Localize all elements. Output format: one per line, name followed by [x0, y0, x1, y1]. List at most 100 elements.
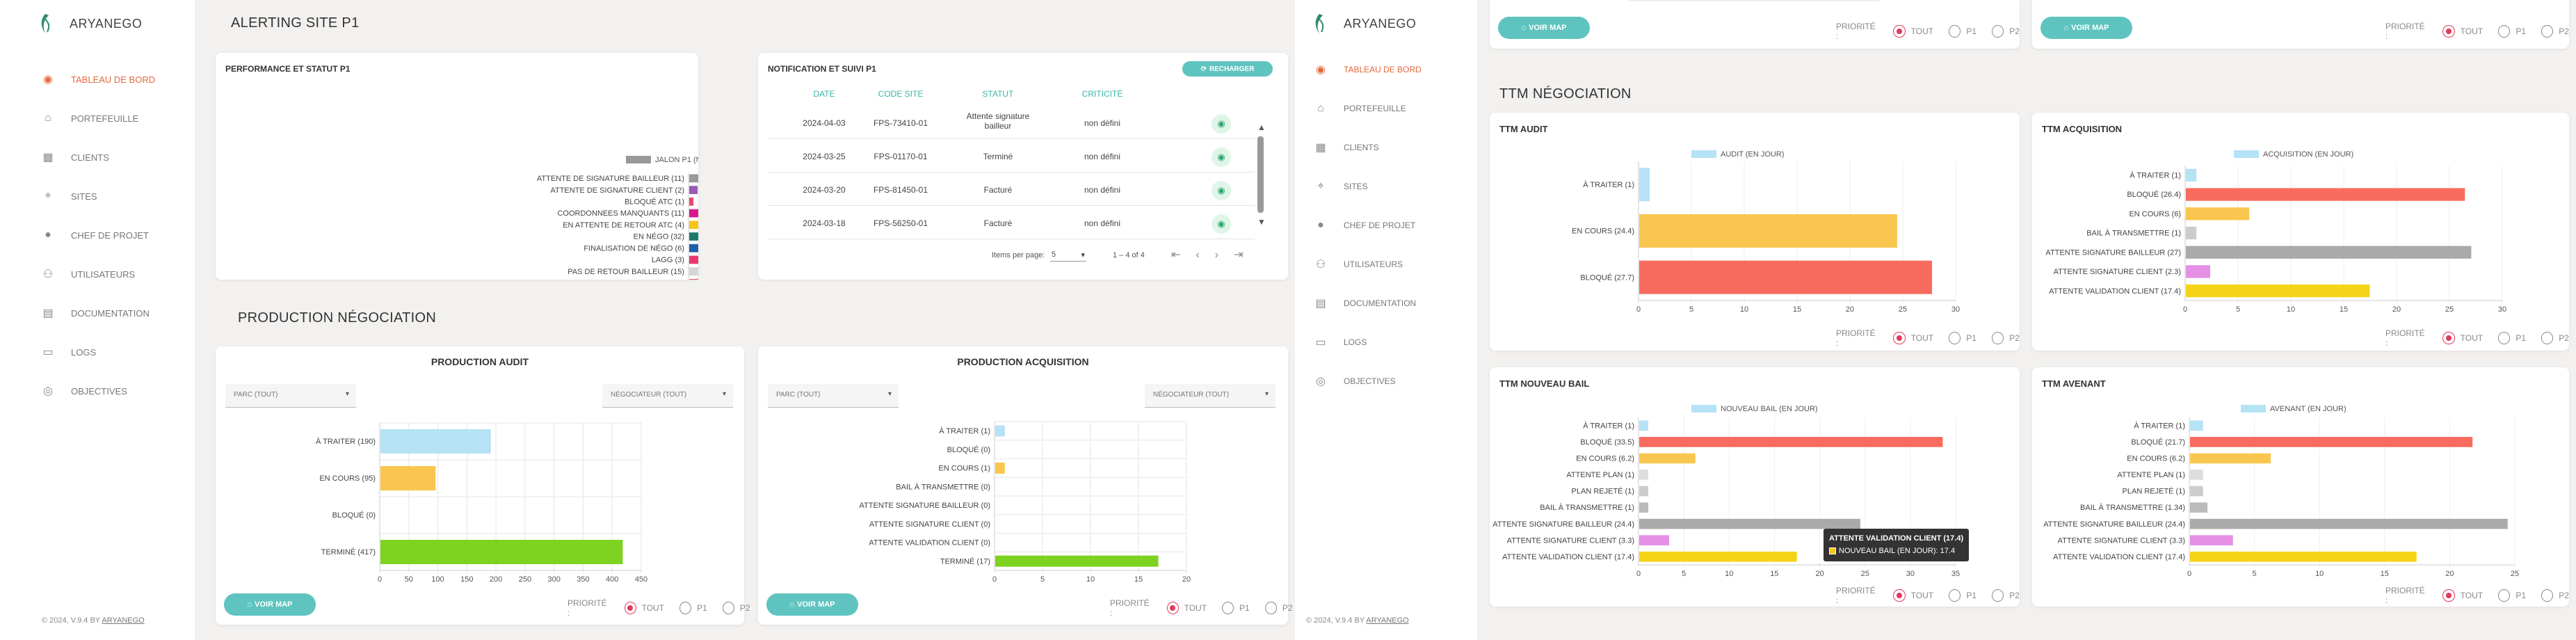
tooltip-value: NOUVEAU BAIL (EN JOUR): 17.4 [1839, 546, 1956, 555]
column-header[interactable]: STATUT [960, 89, 1036, 99]
sidebar-item-sites[interactable]: ⌖ SITES [1313, 167, 1422, 206]
page-range: 1 – 4 of 4 [1113, 251, 1145, 259]
priority-p1-label: P1 [1966, 333, 1977, 343]
y-tick-label: ATTENTE SIGNATURE CLIENT (0) [869, 520, 990, 529]
priority-p2-radio[interactable] [722, 602, 734, 614]
priority-p1-radio[interactable] [1949, 332, 1961, 344]
priority-tout-radio[interactable] [2442, 589, 2455, 602]
sidebar-item-objectives[interactable]: ◎ OBJECTIVES [1313, 362, 1422, 401]
prev-page-icon[interactable]: ‹ [1196, 249, 1214, 261]
y-tick-label: LAGG (3) [652, 256, 684, 264]
eye-icon[interactable]: ◉ [1211, 114, 1231, 134]
priority-p1-radio[interactable] [1222, 602, 1234, 614]
reload-button[interactable]: ⟳ RECHARGER [1182, 61, 1273, 77]
scroll-thumb[interactable] [1257, 136, 1264, 213]
eye-icon[interactable]: ◉ [1211, 147, 1231, 167]
top-card-right: ⌂ VOIR MAP PRIORITÉ : TOUT P1 P2 [2032, 0, 2569, 49]
x-tick-label: 250 [519, 575, 531, 583]
sidebar-item-chef-de-projet[interactable]: ● CHEF DE PROJET [40, 216, 155, 255]
logo[interactable]: ARYANEGO [1310, 13, 1416, 35]
sidebar-item-chef-de-projet[interactable]: ● CHEF DE PROJET [1313, 206, 1422, 245]
table-cell-statut: Facturé [983, 185, 1013, 195]
priority-p1-radio[interactable] [1949, 589, 1961, 602]
scroll-up-icon[interactable]: ▲ [1257, 122, 1266, 132]
chevron-down-icon: ▾ [1081, 251, 1085, 259]
bar [2190, 437, 2473, 447]
priority-tout-label: TOUT [1184, 603, 1207, 613]
voir-map-button[interactable]: ⌂ VOIR MAP [766, 593, 858, 616]
table-scrollbar[interactable]: ▲ ▼ [1257, 122, 1266, 262]
column-header[interactable]: DATE [786, 89, 862, 99]
table-cell-crit: non défini [1084, 218, 1121, 228]
sidebar-item-tableau-de-bord[interactable]: ◉ TABLEAU DE BORD [40, 60, 155, 99]
priority-p2-radio[interactable] [1992, 589, 2004, 602]
sidebar-item-logs[interactable]: ▭ LOGS [40, 333, 155, 371]
last-page-icon[interactable]: ⇥ [1234, 249, 1258, 261]
footer-link[interactable]: ARYANEGO [1366, 616, 1408, 625]
sidebar-item-sites[interactable]: ⌖ SITES [40, 177, 155, 216]
table-cell-code: FPS-81450-01 [873, 185, 928, 195]
priority-p2-radio[interactable] [1264, 602, 1277, 614]
y-tick-label: À TRAITER (1) [2134, 421, 2185, 430]
priority-p1-radio[interactable] [2498, 589, 2511, 602]
priority-tout-radio[interactable] [624, 602, 636, 614]
footer-link[interactable]: ARYANEGO [102, 616, 144, 625]
logo[interactable]: ARYANEGO [36, 13, 142, 35]
priority-p2-label: P2 [2009, 333, 2020, 343]
sidebar-item-tableau-de-bord[interactable]: ◉ TABLEAU DE BORD [1313, 50, 1422, 89]
priority-p1-radio[interactable] [2498, 25, 2511, 38]
priority-tout-radio[interactable] [1893, 332, 1906, 344]
priority-tout-radio[interactable] [2442, 332, 2455, 344]
next-page-icon[interactable]: › [1215, 249, 1234, 261]
voir-map-button[interactable]: ⌂ VOIR MAP [2040, 17, 2132, 39]
tooltip-swatch [1829, 547, 1836, 554]
row-divider [768, 138, 1255, 139]
priority-p2-radio[interactable] [2541, 25, 2554, 38]
priority-tout-radio[interactable] [1166, 602, 1179, 614]
priority-label: PRIORITÉ : [2385, 22, 2425, 41]
column-header[interactable]: CRITICITÉ [1071, 89, 1134, 99]
sidebar-item-label: SITES [1344, 182, 1368, 191]
sidebar-item-documentation[interactable]: ▤ DOCUMENTATION [40, 294, 155, 333]
priority-p1-radio[interactable] [1949, 25, 1961, 38]
legend-label: JALON P1 (NOMBRE DE SITE) [655, 156, 698, 164]
priority-filter: PRIORITÉ : TOUT P1 P2 [2385, 586, 2569, 605]
sidebar-item-clients[interactable]: ▦ CLIENTS [40, 138, 155, 177]
first-page-icon[interactable]: ⇤ [1171, 249, 1196, 261]
table-cell-date: 2024-04-03 [803, 118, 846, 128]
user-icon: ● [45, 229, 51, 241]
eye-icon[interactable]: ◉ [1211, 214, 1231, 234]
column-header[interactable]: CODE SITE [862, 89, 939, 99]
voir-map-button[interactable]: ⌂ VOIR MAP [224, 593, 316, 616]
sidebar-item-objectives[interactable]: ◎ OBJECTIVES [40, 371, 155, 410]
ttm-acq-card: TTM ACQUISITION ACQUISITION (EN JOUR) 0 5 1… [2032, 113, 2569, 351]
sidebar-item-utilisateurs[interactable]: ⚇ UTILISATEURS [1313, 245, 1422, 284]
sidebar-item-portefeuille[interactable]: ⌂ PORTEFEUILLE [1313, 89, 1422, 128]
voir-map-label: VOIR MAP [255, 600, 293, 609]
notif-card: NOTIFICATION ET SUIVI P1 ⟳ RECHARGER DATE… [758, 53, 1288, 280]
priority-p2-radio[interactable] [1992, 25, 2004, 38]
bar [2190, 486, 2203, 497]
priority-p2-radio[interactable] [2541, 332, 2554, 344]
sidebar-item-label: CLIENTS [71, 152, 109, 163]
priority-p1-radio[interactable] [2498, 332, 2511, 344]
items-per-page-select[interactable]: 5 ▾ [1050, 248, 1086, 262]
priority-p2-radio[interactable] [1992, 332, 2004, 344]
scroll-down-icon[interactable]: ▼ [1257, 217, 1266, 227]
eye-icon[interactable]: ◉ [1211, 181, 1231, 200]
priority-tout-radio[interactable] [2442, 25, 2455, 38]
sidebar-item-utilisateurs[interactable]: ⚇ UTILISATEURS [40, 255, 155, 294]
sidebar-item-clients[interactable]: ▦ CLIENTS [1313, 128, 1422, 167]
priority-p2-radio[interactable] [2541, 589, 2554, 602]
priority-tout-radio[interactable] [1893, 25, 1906, 38]
priority-tout-radio[interactable] [1893, 589, 1906, 602]
x-tick-label: 10 [1086, 575, 1095, 583]
voir-map-button[interactable]: ⌂ VOIR MAP [1498, 17, 1590, 39]
priority-p1-radio[interactable] [679, 602, 692, 614]
y-tick-label: ATTENTE DE SIGNATURE CLIENT (2) [550, 186, 684, 195]
bar [1639, 420, 1649, 431]
sidebar-item-logs[interactable]: ▭ LOGS [1313, 323, 1422, 362]
sidebar-item-documentation[interactable]: ▤ DOCUMENTATION [1313, 284, 1422, 323]
sidebar-item-portefeuille[interactable]: ⌂ PORTEFEUILLE [40, 99, 155, 138]
x-tick-label: 350 [577, 575, 589, 583]
